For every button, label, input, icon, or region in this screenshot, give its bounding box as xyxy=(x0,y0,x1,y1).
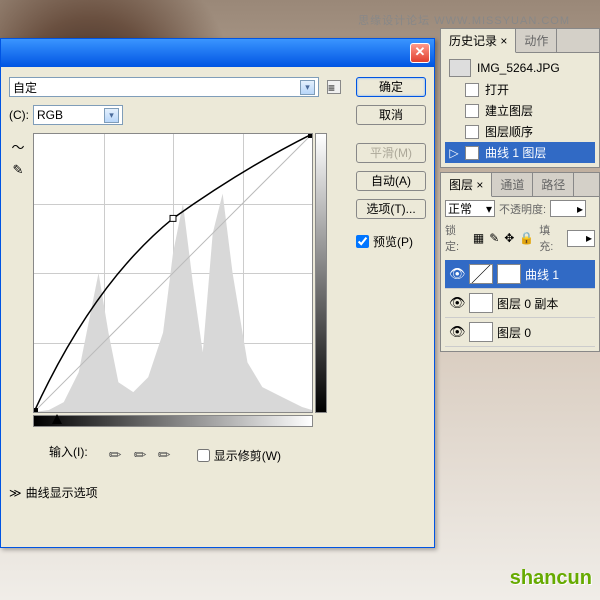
layer-item[interactable]: 👁 图层 0 xyxy=(445,318,595,347)
channel-label: (C): xyxy=(9,108,29,122)
cancel-button[interactable]: 取消 xyxy=(356,105,426,125)
fill-combo[interactable]: ▸ xyxy=(567,230,595,247)
titlebar: ✕ xyxy=(1,39,434,67)
history-panel: 历史记录 × 动作 IMG_5264.JPG 打开 建立图层 图层顺序 xyxy=(440,28,600,168)
preset-value: 自定 xyxy=(13,79,37,96)
layer-thumb xyxy=(469,264,493,284)
opacity-combo[interactable]: ▸ xyxy=(550,200,586,217)
tab-layers[interactable]: 图层 × xyxy=(441,173,492,197)
lock-all-icon[interactable]: 🔒 xyxy=(519,231,534,245)
curve-line xyxy=(34,134,312,412)
history-item[interactable]: 打开 xyxy=(445,79,595,100)
tab-paths[interactable]: 路径 xyxy=(533,173,574,196)
mask-thumb xyxy=(497,264,521,284)
snapshot-thumb xyxy=(449,59,471,77)
tab-history[interactable]: 历史记录 × xyxy=(441,29,516,53)
layer-thumb xyxy=(469,322,493,342)
step-icon xyxy=(465,125,479,139)
chevron-down-icon: ▾ xyxy=(104,108,119,123)
chevron-down-icon: ▾ xyxy=(300,80,315,95)
layer-thumb xyxy=(469,293,493,313)
tab-channels[interactable]: 通道 xyxy=(492,173,533,196)
history-item[interactable]: 建立图层 xyxy=(445,100,595,121)
curve-graph[interactable] xyxy=(33,133,313,413)
point-tool[interactable]: 〜 xyxy=(9,137,27,155)
channel-value: RGB xyxy=(37,108,63,122)
display-options-toggle[interactable]: ≫ xyxy=(9,486,22,500)
blend-mode-combo[interactable]: 正常▾ xyxy=(445,200,495,217)
opacity-label: 不透明度: xyxy=(499,201,546,217)
step-icon xyxy=(465,146,479,160)
smooth-button: 平滑(M) xyxy=(356,143,426,163)
preview-check[interactable] xyxy=(356,235,369,248)
visibility-icon[interactable]: 👁 xyxy=(449,266,465,282)
history-item[interactable]: 图层顺序 xyxy=(445,121,595,142)
visibility-icon[interactable]: 👁 xyxy=(449,324,465,340)
fill-label: 填充: xyxy=(539,222,562,254)
output-gradient xyxy=(315,133,327,413)
layer-item[interactable]: 👁 图层 0 副本 xyxy=(445,289,595,318)
history-item[interactable]: ▷ 曲线 1 图层 xyxy=(445,142,595,163)
watermark-site: 思缘设计论坛 WWW.MISSYUAN.COM xyxy=(358,12,570,28)
history-snapshot[interactable]: IMG_5264.JPG xyxy=(445,57,595,79)
lock-transparent-icon[interactable]: ▦ xyxy=(473,231,484,245)
eyedropper-white-icon[interactable]: ✎ xyxy=(154,444,176,466)
channel-combo[interactable]: RGB ▾ xyxy=(33,105,123,125)
options-button[interactable]: 选项(T)... xyxy=(356,199,426,219)
show-clipping-checkbox[interactable]: 显示修剪(W) xyxy=(197,447,281,464)
curves-dialog: ✕ 自定 ▾ ≡ (C): RGB ▾ 〜 xyxy=(0,38,435,548)
pencil-tool[interactable]: ✎ xyxy=(9,161,27,179)
close-button[interactable]: ✕ xyxy=(410,43,430,63)
watermark-brand: shancun xyxy=(510,567,592,590)
auto-button[interactable]: 自动(A) xyxy=(356,171,426,191)
chevron-down-icon: ▾ xyxy=(486,202,492,216)
layers-panel: 图层 × 通道 路径 正常▾ 不透明度: ▸ 锁定: ▦ ✎ ✥ 🔒 填充: ▸… xyxy=(440,172,600,352)
layer-item[interactable]: 👁 曲线 1 xyxy=(445,260,595,289)
lock-label: 锁定: xyxy=(445,222,468,254)
input-gradient xyxy=(33,415,313,427)
panels: 历史记录 × 动作 IMG_5264.JPG 打开 建立图层 图层顺序 xyxy=(440,28,600,356)
lock-brush-icon[interactable]: ✎ xyxy=(489,231,499,245)
lock-move-icon[interactable]: ✥ xyxy=(504,231,514,245)
preset-menu-icon[interactable]: ≡ xyxy=(327,80,341,94)
step-icon xyxy=(465,104,479,118)
eyedropper-gray-icon[interactable]: ✎ xyxy=(129,444,151,466)
visibility-icon[interactable]: 👁 xyxy=(449,295,465,311)
ok-button[interactable]: 确定 xyxy=(356,77,426,97)
preview-checkbox[interactable]: 预览(P) xyxy=(356,233,426,250)
clipping-check[interactable] xyxy=(197,449,210,462)
display-options-label: 曲线显示选项 xyxy=(26,484,98,501)
step-icon xyxy=(465,83,479,97)
preset-combo[interactable]: 自定 ▾ xyxy=(9,77,319,97)
tab-actions[interactable]: 动作 xyxy=(516,29,557,52)
